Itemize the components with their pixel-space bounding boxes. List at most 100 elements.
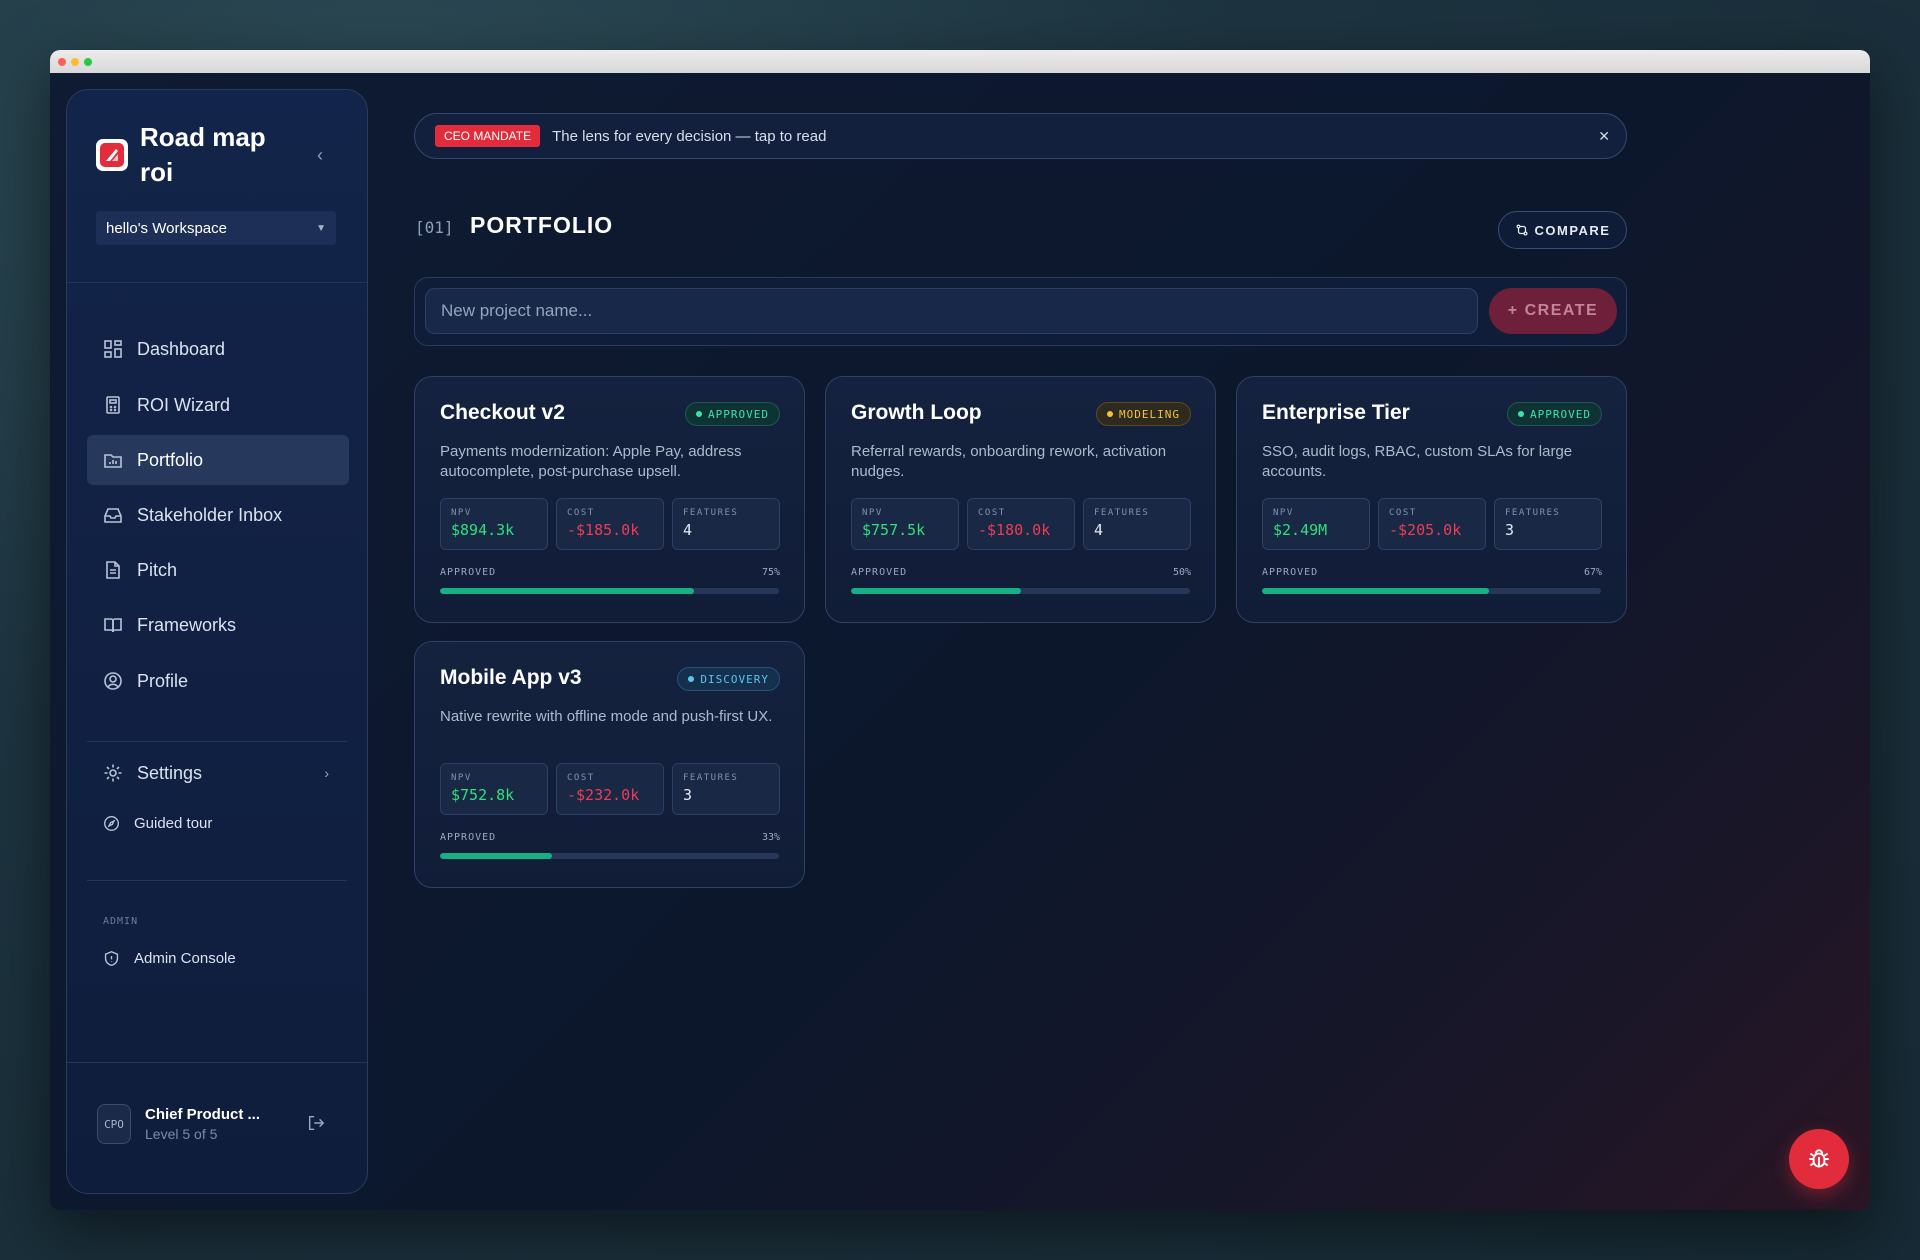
sidebar-item-label: Pitch — [137, 559, 178, 580]
project-description: Referral rewards, onboarding rework, act… — [851, 443, 1167, 480]
metrics-row: NPV $752.8k COST -$232.0k FEATURES 3 — [440, 763, 780, 815]
npv-metric: NPV $757.5k — [851, 498, 959, 550]
project-card-checkout-v2[interactable]: Checkout v2 APPROVED Payments modernizat… — [414, 376, 805, 623]
admin-section-label: ADMIN — [103, 916, 139, 927]
page-title: PORTFOLIO — [470, 212, 614, 238]
project-card-mobile-app-v3[interactable]: Mobile App v3 DISCOVERY Native rewrite w… — [414, 641, 805, 888]
sidebar-item-label: Stakeholder Inbox — [137, 504, 283, 525]
sidebar-item-dashboard[interactable]: Dashboard — [87, 324, 349, 374]
progress-fill — [440, 853, 552, 859]
sidebar: Road map roi ‹ hello's Workspace ▼ Dashb… — [66, 89, 368, 1194]
status-badge: APPROVED — [685, 402, 780, 426]
sidebar-item-stakeholder-inbox[interactable]: Stakeholder Inbox — [87, 490, 349, 540]
project-name-input[interactable] — [425, 288, 1478, 334]
project-title: Growth Loop — [851, 401, 982, 424]
npv-metric: NPV $894.3k — [440, 498, 548, 550]
sidebar-item-pitch[interactable]: Pitch — [87, 545, 349, 595]
create-project-bar: + CREATE — [414, 277, 1627, 346]
metrics-row: NPV $2.49M COST -$205.0k FEATURES 3 — [1262, 498, 1602, 550]
divider — [87, 880, 347, 881]
cost-metric: COST -$180.0k — [967, 498, 1075, 550]
status-badge: APPROVED — [1507, 402, 1602, 426]
sidebar-item-label: ROI Wizard — [137, 394, 231, 415]
workspace-name: hello's Workspace — [106, 219, 227, 237]
compare-label: COMPARE — [1534, 222, 1611, 238]
logout-icon[interactable] — [307, 1114, 325, 1132]
project-card-enterprise-tier[interactable]: Enterprise Tier APPROVED SSO, audit logs… — [1236, 376, 1627, 623]
section-index: [01] — [415, 218, 454, 237]
workspace-selector[interactable]: hello's Workspace ▼ — [96, 211, 336, 245]
progress-percent: 67% — [1583, 567, 1602, 578]
features-metric: FEATURES 4 — [672, 498, 780, 550]
avatar: CPO — [97, 1104, 131, 1144]
user-level: Level 5 of 5 — [145, 1126, 218, 1142]
ceo-mandate-banner[interactable]: CEO MANDATE The lens for every decision … — [414, 113, 1627, 159]
project-card-growth-loop[interactable]: Growth Loop MODELING Referral rewards, o… — [825, 376, 1216, 623]
close-icon[interactable]: ✕ — [1598, 128, 1610, 145]
compare-icon — [1515, 224, 1528, 236]
sidebar-item-label: Guided tour — [134, 814, 213, 832]
divider — [67, 1062, 367, 1063]
progress-label: APPROVED — [1262, 567, 1319, 578]
sidebar-item-label: Settings — [137, 762, 203, 783]
npv-metric: NPV $752.8k — [440, 763, 548, 815]
cost-metric: COST -$232.0k — [556, 763, 664, 815]
project-title: Mobile App v3 — [440, 666, 582, 689]
cost-metric: COST -$205.0k — [1378, 498, 1486, 550]
npv-metric: NPV $2.49M — [1262, 498, 1370, 550]
progress-percent: 33% — [761, 832, 780, 843]
status-badge: MODELING — [1096, 402, 1191, 426]
project-description: Payments modernization: Apple Pay, addre… — [440, 443, 742, 480]
compass-icon — [104, 815, 119, 831]
divider — [87, 741, 347, 742]
window-titlebar — [50, 50, 1870, 73]
sidebar-item-portfolio[interactable]: Portfolio — [87, 435, 349, 485]
app-window: Road map roi ‹ hello's Workspace ▼ Dashb… — [50, 50, 1870, 1210]
sidebar-item-roi-wizard[interactable]: ROI Wizard — [87, 380, 349, 430]
brand-title: Road map roi — [140, 122, 266, 187]
progress-percent: 50% — [1172, 567, 1191, 578]
progress-fill — [1262, 588, 1490, 594]
sidebar-item-label: Frameworks — [137, 614, 237, 635]
user-circle-icon — [104, 672, 122, 690]
collapse-sidebar-icon[interactable]: ‹ — [317, 145, 323, 166]
progress-fill — [851, 588, 1021, 594]
minimize-window-button[interactable] — [71, 57, 79, 66]
ceo-mandate-badge: CEO MANDATE — [435, 125, 541, 147]
sidebar-item-label: Admin Console — [134, 949, 236, 967]
progress-bar — [851, 588, 1190, 594]
sidebar-item-frameworks[interactable]: Frameworks — [87, 600, 349, 650]
metrics-row: NPV $757.5k COST -$180.0k FEATURES 4 — [851, 498, 1191, 550]
sidebar-item-guided-tour[interactable]: Guided tour — [87, 805, 349, 841]
brand-logo — [96, 139, 128, 171]
bug-icon — [1809, 1149, 1829, 1168]
status-badge: DISCOVERY — [677, 667, 780, 691]
shield-icon — [104, 950, 119, 966]
progress-label: APPROVED — [440, 567, 497, 578]
sidebar-item-label: Dashboard — [137, 338, 226, 359]
features-metric: FEATURES 3 — [672, 763, 780, 815]
project-description: Native rewrite with offline mode and pus… — [440, 708, 773, 725]
divider — [67, 282, 367, 283]
calculator-icon — [106, 396, 120, 414]
close-window-button[interactable] — [58, 57, 66, 66]
maximize-window-button[interactable] — [84, 57, 92, 66]
progress-bar — [1262, 588, 1601, 594]
compare-button[interactable]: COMPARE — [1498, 211, 1627, 249]
brand[interactable]: Road map roi — [96, 120, 300, 190]
user-name: Chief Product ... — [145, 1106, 261, 1123]
features-metric: FEATURES 3 — [1494, 498, 1602, 550]
document-icon — [106, 561, 120, 579]
project-title: Enterprise Tier — [1262, 401, 1410, 424]
sidebar-item-settings[interactable]: Settings › — [87, 748, 349, 798]
user-profile[interactable]: CPO Chief Product ... Level 5 of 5 — [97, 1104, 347, 1144]
progress-fill — [440, 588, 695, 594]
bug-report-button[interactable] — [1789, 1129, 1849, 1189]
create-button[interactable]: + CREATE — [1489, 288, 1617, 334]
cost-metric: COST -$185.0k — [556, 498, 664, 550]
sidebar-item-profile[interactable]: Profile — [87, 656, 349, 706]
progress-bar — [440, 853, 779, 859]
metrics-row: NPV $894.3k COST -$185.0k FEATURES 4 — [440, 498, 780, 550]
sidebar-item-admin-console[interactable]: Admin Console — [87, 940, 349, 976]
project-description: SSO, audit logs, RBAC, custom SLAs for l… — [1262, 443, 1573, 480]
